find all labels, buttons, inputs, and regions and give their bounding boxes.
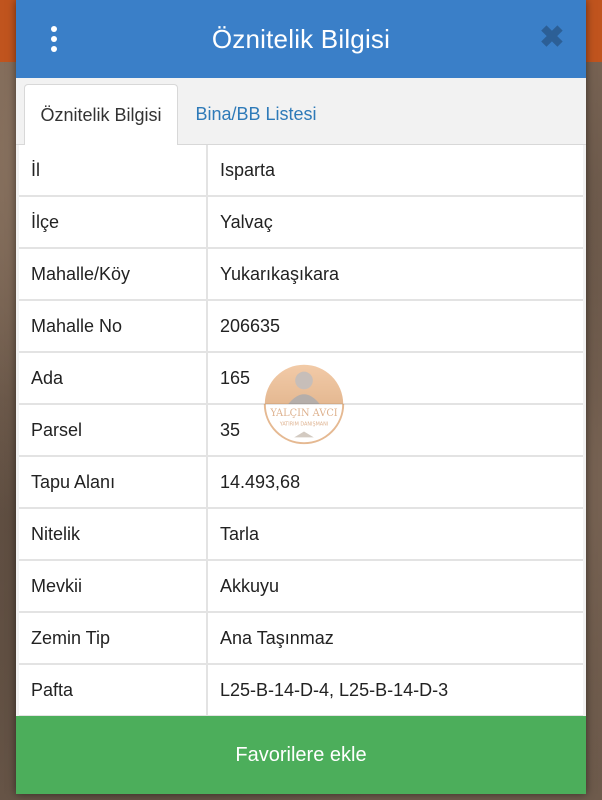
table-row: Mahalle No 206635 (19, 301, 583, 353)
tab-bar: Öznitelik Bilgisi Bina/BB Listesi (16, 78, 586, 146)
row-value: L25-B-14-D-4, L25-B-14-D-3 (220, 679, 449, 700)
row-label: Parsel (19, 405, 208, 455)
row-value: Isparta (220, 159, 276, 180)
row-value: Yalvaç (220, 211, 273, 232)
row-label: İlçe (19, 197, 208, 247)
row-value: 35 (220, 419, 241, 440)
row-value: Yukarıkaşıkara (220, 263, 340, 284)
table-row: Mahalle/Köy Yukarıkaşıkara (19, 249, 583, 301)
row-value: Akkuyu (220, 575, 280, 596)
table-row: Ada 165 (19, 353, 583, 405)
table-row: Pafta L25-B-14-D-4, L25-B-14-D-3 (19, 665, 583, 717)
table-row: İlçe Yalvaç (19, 197, 583, 249)
table-row: Nitelik Tarla (19, 509, 583, 561)
table-row: Parsel 35 (19, 405, 583, 457)
row-value: 206635 (220, 315, 281, 336)
tab-attribute-info[interactable]: Öznitelik Bilgisi (24, 84, 178, 146)
row-label: Zemin Tip (19, 613, 208, 663)
row-label: Mahalle/Köy (19, 249, 208, 299)
kebab-menu-icon[interactable] (42, 22, 66, 56)
row-value: Ana Taşınmaz (220, 627, 334, 648)
table-row: İl Isparta (19, 145, 583, 197)
row-value: 14.493,68 (220, 471, 301, 492)
close-icon[interactable]: ✖ (538, 23, 566, 53)
row-label: İl (19, 145, 208, 195)
dialog-title: Öznitelik Bilgisi (211, 23, 391, 54)
table-row: Tapu Alanı 14.493,68 (19, 457, 583, 509)
dialog-header: Öznitelik Bilgisi ✖ (16, 0, 586, 78)
row-label: Tapu Alanı (19, 457, 208, 507)
table-row: Zemin Tip Ana Taşınmaz (19, 613, 583, 665)
row-label: Nitelik (19, 509, 208, 559)
tab-building-list[interactable]: Bina/BB Listesi (186, 84, 326, 144)
attribute-info-dialog: Öznitelik Bilgisi ✖ Öznitelik Bilgisi Bi… (16, 0, 586, 794)
row-value: Tarla (220, 523, 260, 544)
add-to-favorites-button[interactable]: Favorilere ekle (16, 716, 586, 794)
attribute-table: İl Isparta İlçe Yalvaç Mahalle/Köy Yukar… (19, 145, 583, 717)
map-overlay-strip-right (584, 0, 602, 62)
row-label: Mahalle No (19, 301, 208, 351)
row-label: Ada (19, 353, 208, 403)
row-label: Mevkii (19, 561, 208, 611)
row-value: 165 (220, 367, 251, 388)
table-row: Mevkii Akkuyu (19, 561, 583, 613)
row-label: Pafta (19, 665, 208, 715)
